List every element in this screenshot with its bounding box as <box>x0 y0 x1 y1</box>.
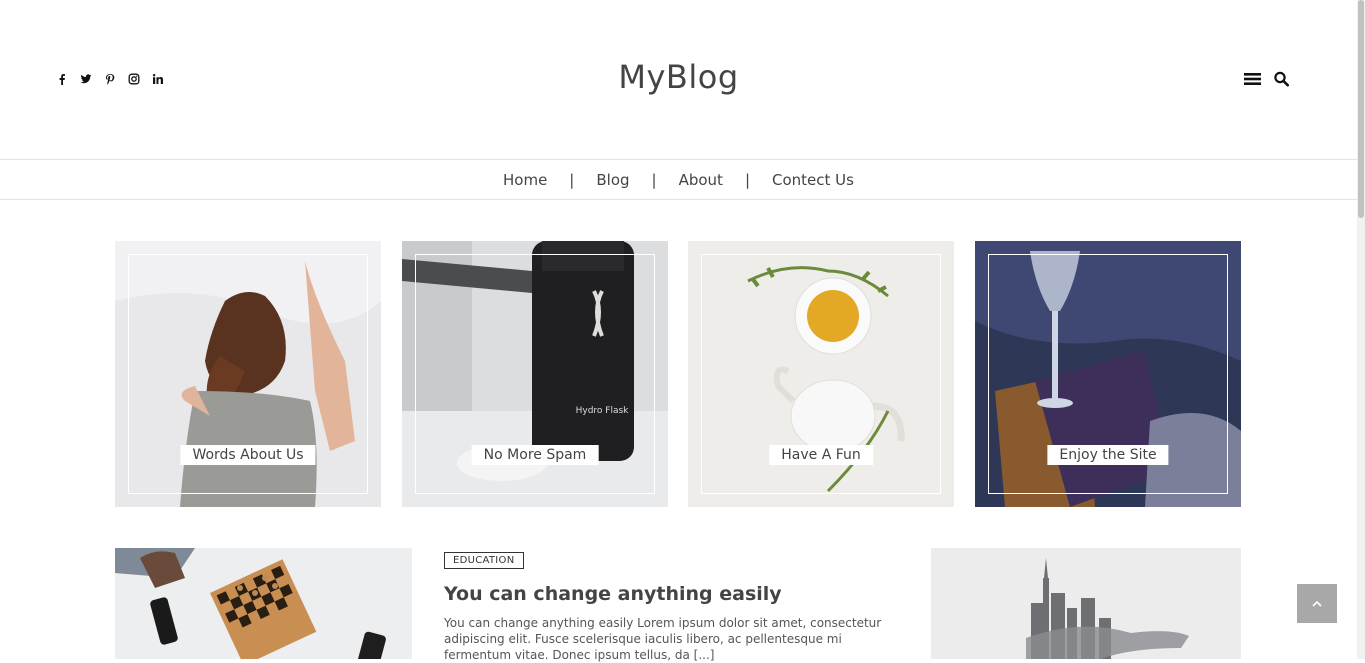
feature-card[interactable]: Have A Fun <box>688 241 954 507</box>
sidebar-image[interactable] <box>931 548 1241 659</box>
feature-card[interactable]: Hydro Flask No More Spam <box>402 241 668 507</box>
post-summary: EDUCATION You can change anything easily… <box>444 548 884 663</box>
nav-label[interactable]: About <box>679 171 723 189</box>
card-label[interactable]: Words About Us <box>180 445 316 465</box>
site-header: MyBlog <box>0 0 1357 159</box>
search-icon[interactable] <box>1273 71 1290 91</box>
post-thumbnail[interactable] <box>115 548 412 659</box>
scrollbar-thumb[interactable] <box>1358 0 1364 218</box>
nav-item-blog[interactable]: Blog <box>596 171 629 189</box>
nav-item-contact[interactable]: Contect Us <box>772 171 854 189</box>
feature-card[interactable]: Enjoy the Site <box>975 241 1241 507</box>
menu-icon[interactable] <box>1244 71 1261 91</box>
main-nav: Home | Blog | About | Contect Us <box>0 159 1357 200</box>
nav-separator: | <box>744 170 751 189</box>
card-label[interactable]: Have A Fun <box>769 445 873 465</box>
post-image-chess <box>115 548 412 659</box>
chevron-up-icon <box>1312 600 1322 607</box>
nav-item-home[interactable]: Home <box>503 171 547 189</box>
nav-item-about[interactable]: About <box>679 171 723 189</box>
page-scrollbar[interactable] <box>1357 0 1365 659</box>
nav-separator: | <box>569 170 575 189</box>
post-title[interactable]: You can change anything easily <box>444 583 884 605</box>
card-label[interactable]: No More Spam <box>471 445 599 465</box>
post-excerpt: You can change anything easily Lorem ips… <box>444 616 882 662</box>
feature-card[interactable]: Words About Us <box>115 241 381 507</box>
side-image-city-hand <box>931 548 1241 659</box>
nav-label[interactable]: Home <box>503 171 547 189</box>
nav-label[interactable]: Contect Us <box>772 171 854 189</box>
nav-separator: | <box>651 170 657 189</box>
category-badge[interactable]: EDUCATION <box>444 552 524 569</box>
card-label[interactable]: Enjoy the Site <box>1047 445 1169 465</box>
site-logo[interactable]: MyBlog <box>0 58 1357 96</box>
back-to-top-button[interactable] <box>1297 584 1337 623</box>
header-tools <box>1244 71 1290 91</box>
nav-label[interactable]: Blog <box>596 171 629 189</box>
